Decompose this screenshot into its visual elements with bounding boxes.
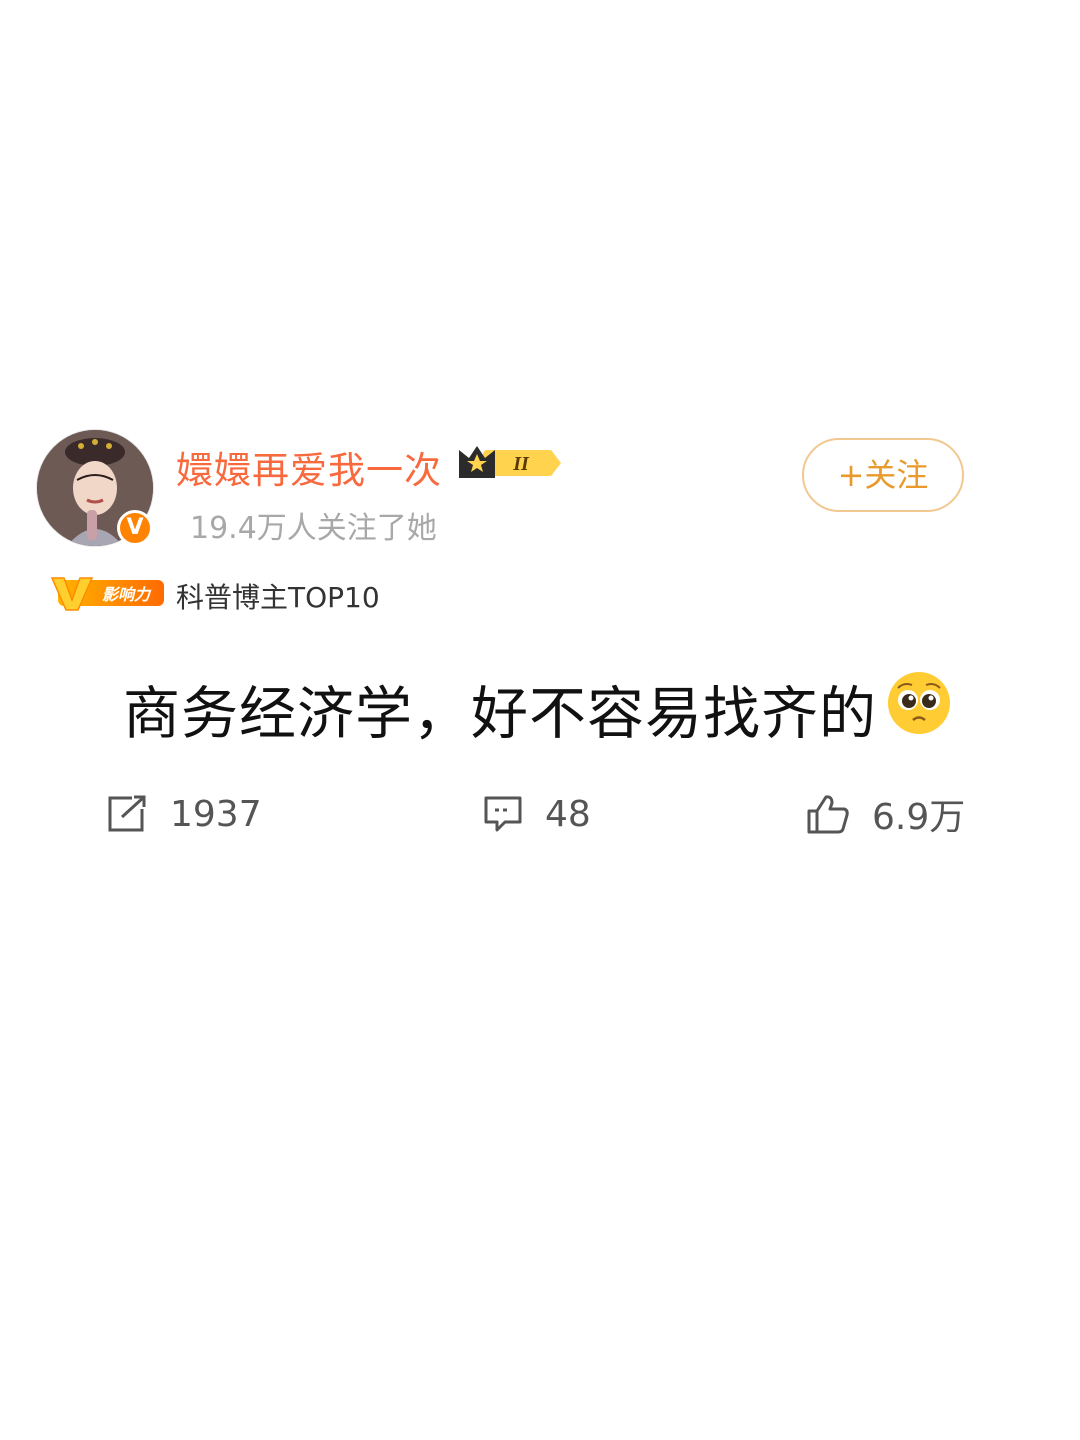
comment-count: 48 — [545, 793, 591, 835]
comment-icon — [484, 796, 522, 832]
repost-count: 1937 — [170, 793, 262, 835]
pleading-face-icon — [888, 672, 950, 734]
like-stat[interactable]: 6.9万 — [806, 790, 965, 838]
level-text: II — [512, 453, 530, 475]
verified-badge: V — [117, 510, 153, 546]
influence-rank: 科普博主TOP10 — [176, 581, 380, 614]
like-count: 6.9万 — [872, 797, 966, 838]
username[interactable]: 嬛嬛再爱我一次 — [176, 440, 442, 494]
influence-badge: 影响力 — [50, 577, 164, 611]
post-content: 商务经济学，好不容易找齐的 — [123, 681, 877, 747]
influence-badge-label: 影响力 — [102, 585, 152, 604]
crown-level-badge[interactable]: II — [455, 442, 563, 484]
repost-icon — [108, 795, 146, 832]
comment-stat[interactable]: 48 — [483, 790, 591, 838]
repost-stat[interactable]: 1937 — [106, 790, 262, 838]
thumbs-up-icon — [807, 795, 849, 834]
weibo-post-card: V 嬛嬛再爱我一次 II 19.4万人关注了她 +关注 影响力 科普博主TOP1… — [0, 0, 1080, 1440]
followers-count: 19.4万人关注了她 — [190, 511, 437, 546]
follow-button[interactable]: +关注 — [802, 438, 964, 512]
